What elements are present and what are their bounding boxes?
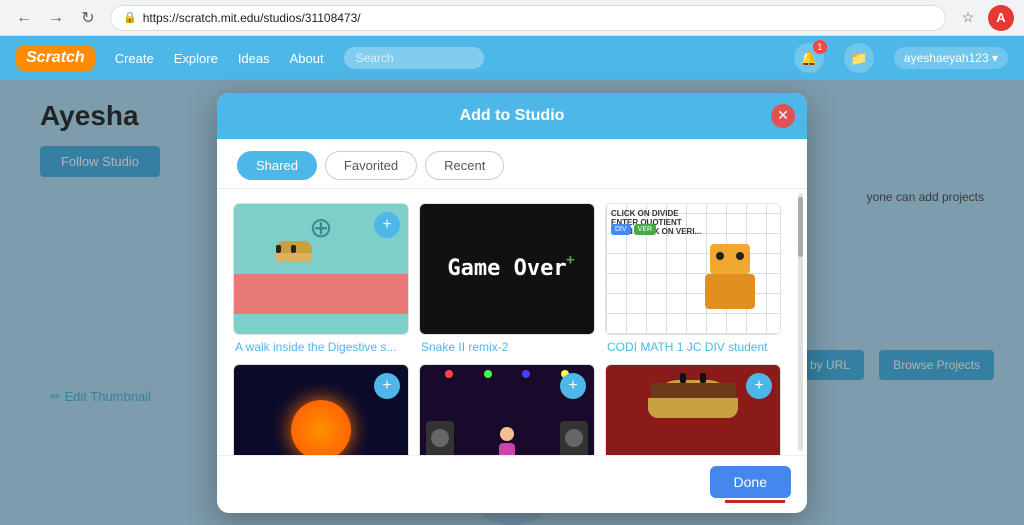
add-project-button[interactable]: + (560, 373, 586, 399)
scratch-navbar: Scratch Create Explore Ideas About 🔔 1 📁… (0, 36, 1024, 80)
tab-recent[interactable]: Recent (425, 151, 504, 180)
project-title: CODI MATH 1 JC DIV student (605, 340, 781, 354)
modal-close-button[interactable]: ✕ (771, 104, 795, 128)
modal-header: Add to Studio ✕ (217, 93, 807, 139)
project-thumbnail: ⊕ + (233, 203, 409, 335)
browser-chrome: ← → ↻ 🔒 https://scratch.mit.edu/studios/… (0, 0, 1024, 36)
reload-button[interactable]: ↻ (74, 4, 102, 32)
list-item[interactable]: + + Burger character (605, 364, 781, 455)
lock-icon: 🔒 (123, 11, 137, 24)
list-item[interactable]: CLICK ON DIVIDEENTER QUOTIENTTHEN CLICK … (605, 203, 781, 354)
project-thumbnail: + + (419, 364, 595, 455)
space-sun (291, 400, 351, 455)
add-to-studio-modal: Add to Studio ✕ Shared Favorited Recent (217, 93, 807, 513)
project-title: A walk inside the Digestive s... (233, 340, 409, 354)
add-project-button[interactable]: + (374, 373, 400, 399)
user-menu[interactable]: ayeshaeyah123 ▾ (894, 47, 1008, 69)
list-item[interactable]: + + Space project (233, 364, 409, 455)
cross-arrows-icon: ⊕ (309, 214, 332, 242)
gameover-text: Game Over+ (447, 256, 566, 281)
project-thumbnail: + + (605, 364, 781, 455)
list-item[interactable]: Game Over+ Snake II remix-2 (419, 203, 595, 354)
notification-badge: 1 (813, 40, 827, 54)
project-thumbnail: Game Over+ (419, 203, 595, 335)
nav-buttons: ← → ↻ (10, 4, 102, 32)
back-button[interactable]: ← (10, 4, 38, 32)
nav-explore[interactable]: Explore (174, 51, 218, 66)
codi-btn: DIV (611, 224, 631, 235)
modal-overlay: Add to Studio ✕ Shared Favorited Recent (0, 80, 1024, 525)
modal-title: Add to Studio (460, 107, 565, 124)
bookmark-button[interactable]: ☆ (954, 4, 982, 32)
done-button[interactable]: Done (710, 466, 791, 498)
tab-shared[interactable]: Shared (237, 151, 317, 180)
project-thumbnail: CLICK ON DIVIDEENTER QUOTIENTTHEN CLICK … (605, 203, 781, 335)
nav-create[interactable]: Create (115, 51, 154, 66)
scrollbar-thumb (798, 197, 803, 257)
add-project-button[interactable]: + (746, 373, 772, 399)
game-over-plus-icon: + (566, 252, 574, 268)
list-item[interactable]: + + Dance performance (419, 364, 595, 455)
nav-ideas[interactable]: Ideas (238, 51, 270, 66)
tab-favorited[interactable]: Favorited (325, 151, 417, 180)
add-project-button[interactable]: + (374, 212, 400, 238)
projects-grid: ⊕ + A walk inside the Digestive s... Gam… (217, 189, 807, 455)
codi-robot (700, 244, 760, 324)
notification-button[interactable]: 🔔 1 (794, 43, 824, 73)
scratch-logo[interactable]: Scratch (16, 45, 95, 71)
thumbnail-image: CLICK ON DIVIDEENTER QUOTIENTTHEN CLICK … (606, 204, 780, 334)
modal-footer: Done (217, 455, 807, 513)
codi-btn: VER (634, 224, 656, 235)
folder-button[interactable]: 📁 (844, 43, 874, 73)
list-item[interactable]: ⊕ + A walk inside the Digestive s... (233, 203, 409, 354)
scrollbar[interactable] (798, 193, 803, 451)
url-text: https://scratch.mit.edu/studios/31108473… (143, 11, 361, 25)
forward-button[interactable]: → (42, 4, 70, 32)
address-bar[interactable]: 🔒 https://scratch.mit.edu/studios/311084… (110, 5, 946, 31)
thumbnail-image: Game Over+ (420, 204, 594, 334)
nav-about[interactable]: About (290, 51, 324, 66)
project-thumbnail: + + (233, 364, 409, 455)
profile-avatar[interactable]: A (988, 5, 1014, 31)
project-title: Snake II remix-2 (419, 340, 595, 354)
browser-actions: ☆ A (954, 4, 1014, 32)
search-input[interactable] (344, 47, 484, 69)
modal-tabs: Shared Favorited Recent (217, 139, 807, 189)
done-underline-decoration (725, 500, 785, 503)
